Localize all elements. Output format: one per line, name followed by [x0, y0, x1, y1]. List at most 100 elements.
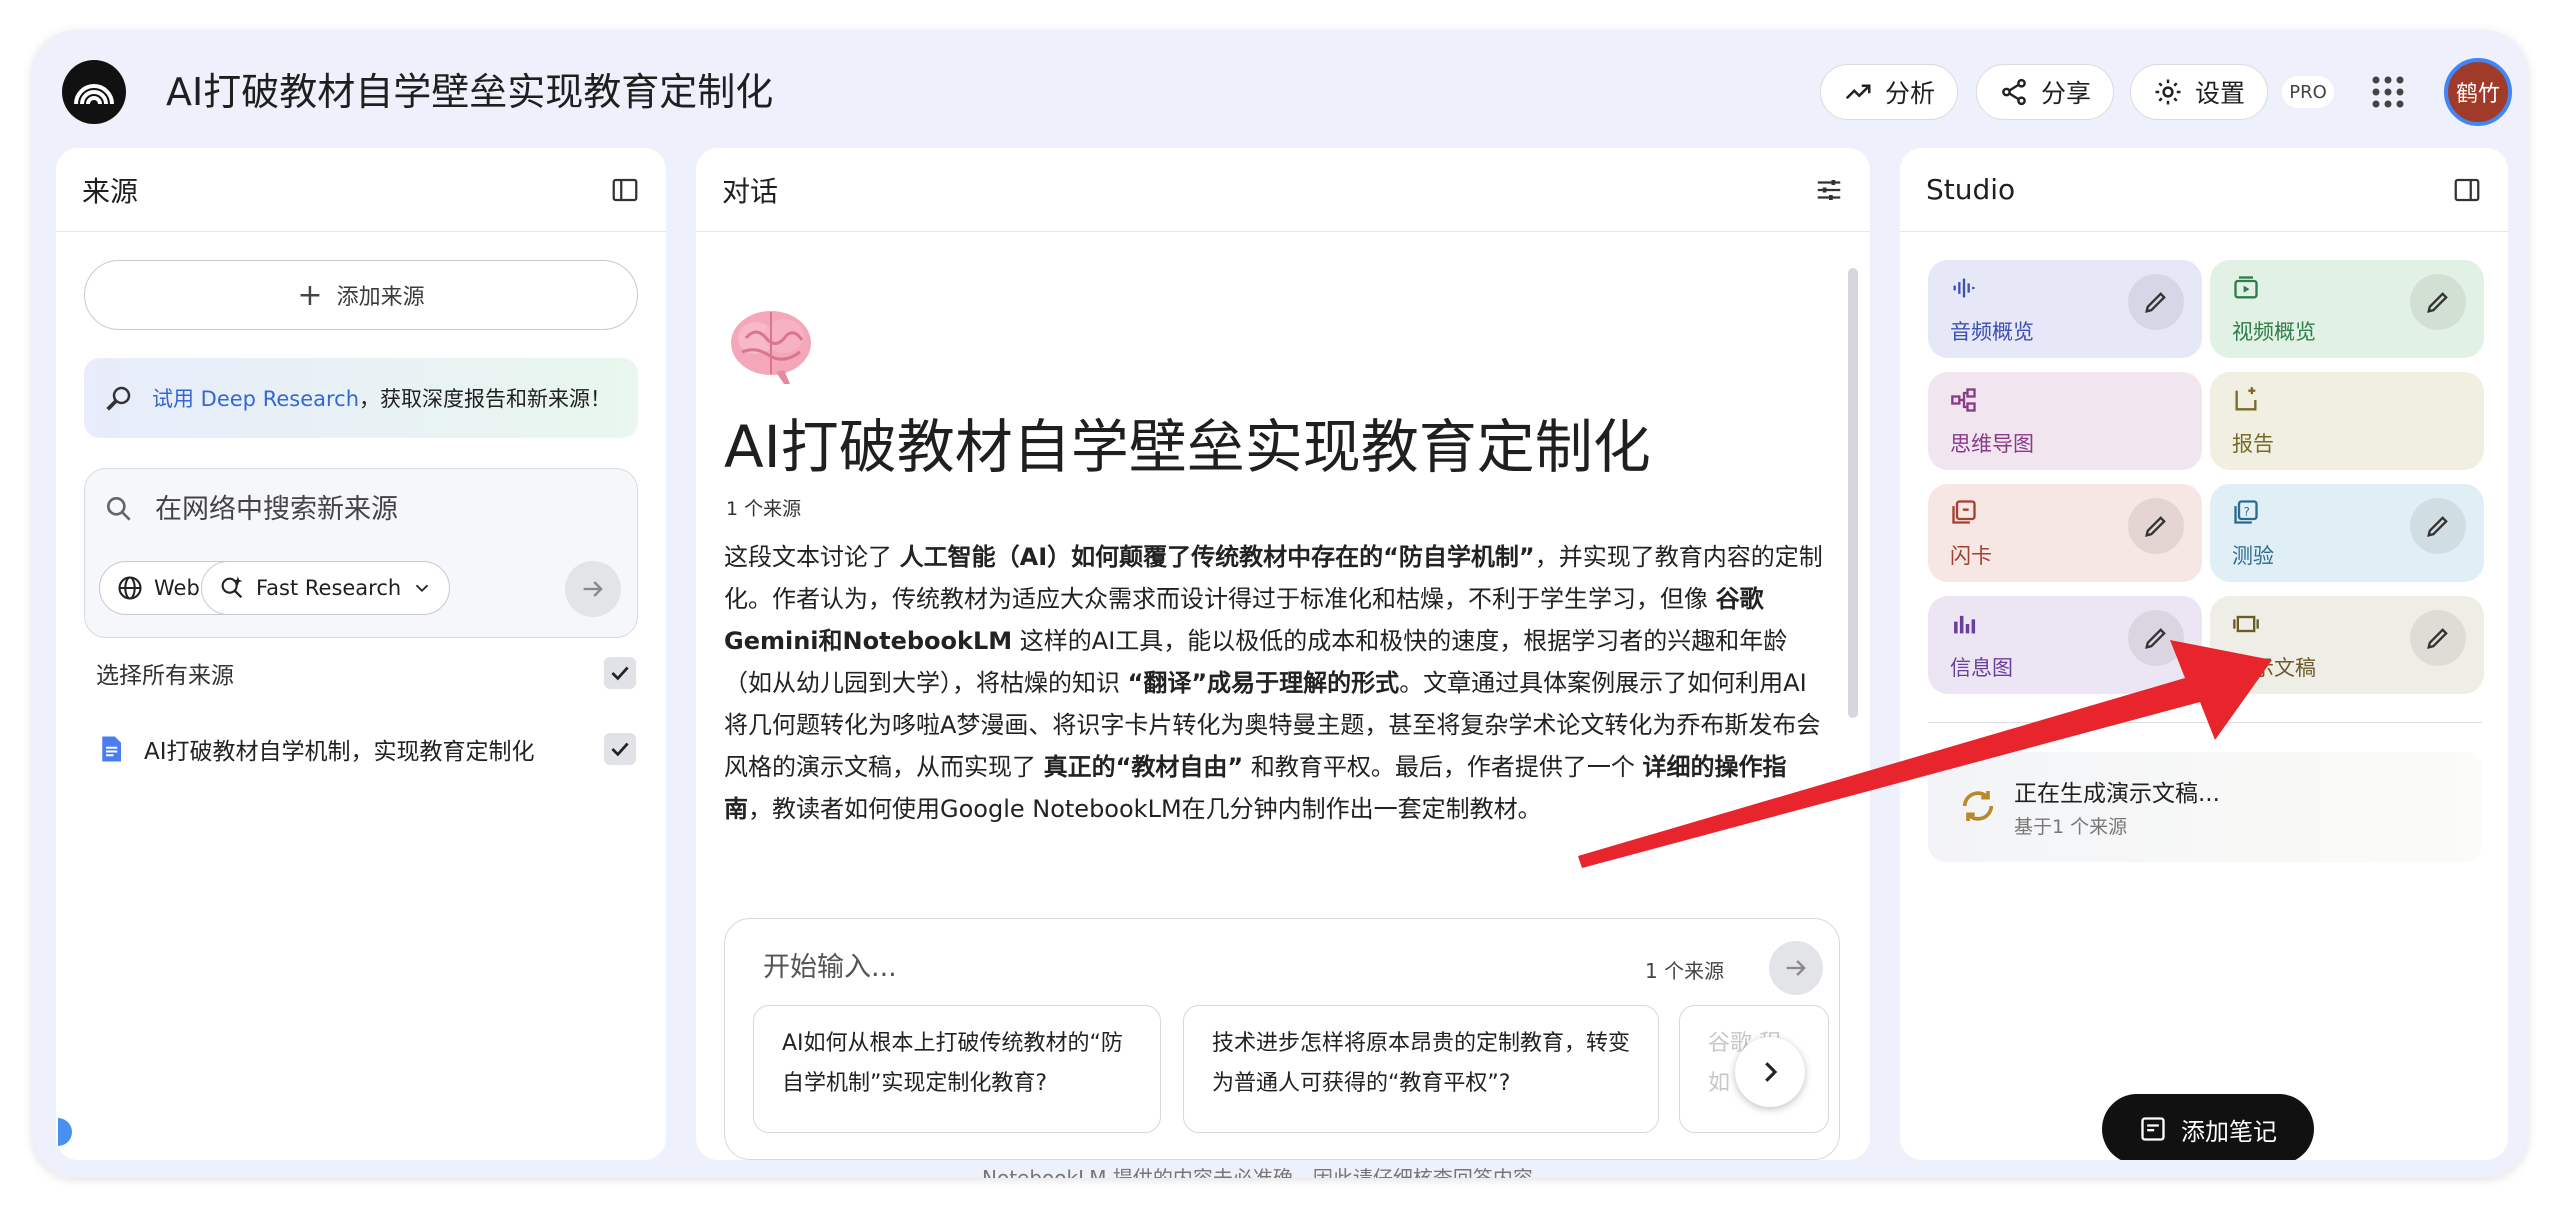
tile-label: 信息图: [1950, 656, 2013, 680]
pro-badge: PRO: [2282, 76, 2334, 108]
audio-icon: [1953, 278, 1975, 298]
avatar[interactable]: 鹤竹: [2444, 58, 2512, 126]
chat-panel: 对话 AI打破教材自学壁垒实现教育定制化 1 个来源 这段文本讨论了 人工智能（…: [696, 148, 1870, 1160]
divider: [1928, 722, 2482, 723]
add-note-button[interactable]: 添加笔记: [2102, 1094, 2314, 1160]
arrow-right-icon: [1786, 960, 1806, 976]
add-source-button[interactable]: + 添加来源: [84, 260, 638, 330]
suggested-question[interactable]: 技术进步怎样将原本昂贵的定制教育，转变为普通人可获得的“教育平权”?: [1183, 1005, 1659, 1133]
search-submit-button[interactable]: [565, 561, 621, 617]
chat-title: 对话: [722, 174, 779, 208]
pencil-icon: [2427, 628, 2448, 649]
chevron-right-icon: [1765, 1062, 1778, 1082]
mindmap-icon: [1951, 388, 1976, 412]
notebook-summary: 这段文本讨论了 人工智能（AI）如何颠覆了传统教材中存在的“防自学机制”，并实现…: [724, 543, 1823, 823]
apps-grid-icon[interactable]: [2370, 74, 2406, 110]
studio-tile-video-overview[interactable]: 视频概览: [2210, 260, 2484, 358]
notebook-heading: AI打破教材自学壁垒实现教育定制化: [724, 413, 1651, 481]
app-window: AI打破教材自学壁垒实现教育定制化 分析 分享 设置 PRO 鹤竹 来源 + 添…: [32, 30, 2528, 1178]
studio-tile-mind-map[interactable]: 思维导图: [1928, 372, 2202, 470]
tile-label: 测验: [2232, 544, 2274, 568]
report-icon: [2235, 387, 2257, 411]
generating-subtitle: 基于1 个来源: [2014, 816, 2128, 838]
select-all-checkbox[interactable]: [604, 657, 636, 689]
studio-tile-quiz[interactable]: ? 测验: [2210, 484, 2484, 582]
pencil-icon: [2427, 516, 2448, 537]
edit-button[interactable]: [2128, 498, 2184, 554]
studio-tile-report[interactable]: 报告: [2210, 372, 2484, 470]
generating-card[interactable]: 正在生成演示文稿... 基于1 个来源: [1928, 752, 2482, 862]
arrow-right-icon: [583, 581, 603, 597]
notebook-title[interactable]: AI打破教材自学壁垒实现教育定制化: [166, 62, 773, 122]
check-icon: [611, 742, 629, 757]
web-search-card: Web Fast Research: [84, 468, 638, 638]
document-icon: [102, 736, 121, 762]
chat-composer: 1 个来源 AI如何从根本上打破传统教材的“防自学机制”实现定制化教育? 技术进…: [724, 918, 1840, 1160]
tile-label: 演示文稿: [2232, 656, 2316, 680]
select-all-label: 选择所有来源: [96, 663, 234, 689]
pencil-icon: [2427, 292, 2448, 313]
infographic-icon: [1954, 615, 1976, 634]
edit-button[interactable]: [2128, 274, 2184, 330]
analyze-button[interactable]: 分析: [1820, 64, 1959, 120]
deep-research-link[interactable]: 试用 Deep Research: [152, 387, 359, 411]
research-chip-label: Fast Research: [256, 576, 402, 600]
share-icon: [2002, 78, 2026, 106]
sparkle-search-icon: [221, 576, 243, 599]
svg-text:?: ?: [2244, 505, 2250, 519]
research-mode-dropdown[interactable]: Fast Research: [201, 561, 451, 615]
suggested-question[interactable]: AI如何从根本上打破传统教材的“防自学机制”实现定制化教育?: [753, 1005, 1161, 1133]
generating-title: 正在生成演示文稿...: [2014, 781, 2220, 807]
check-icon: [611, 666, 629, 681]
slides-icon: [2233, 615, 2259, 633]
sources-title: 来源: [82, 174, 139, 208]
source-item-checkbox[interactable]: [604, 733, 636, 765]
trending-up-icon: [1845, 84, 1871, 100]
web-chip-label: Web: [154, 576, 200, 600]
globe-icon: [118, 576, 142, 600]
search-icon: [107, 497, 131, 521]
settings-button[interactable]: 设置: [2130, 64, 2269, 120]
disclaimer-text: NotebookLM 提供的内容未必准确，因此请仔细核查回答内容。: [982, 1166, 1553, 1178]
collapse-panel-icon[interactable]: [2452, 175, 2482, 205]
share-button[interactable]: 分享: [1976, 64, 2115, 120]
studio-tile-audio-overview[interactable]: 音频概览: [1928, 260, 2202, 358]
chat-scrollbar[interactable]: [1848, 268, 1858, 718]
add-note-label: 添加笔记: [2181, 1117, 2277, 1146]
chat-input[interactable]: [763, 943, 1563, 991]
add-source-label: 添加来源: [336, 285, 425, 310]
settings-label: 设置: [2195, 79, 2246, 108]
note-icon: [2141, 1117, 2165, 1141]
deep-research-banner[interactable]: 试用 Deep Research，获取深度报告和新来源！: [84, 358, 638, 438]
tile-label: 音频概览: [1950, 320, 2034, 344]
edit-button[interactable]: [2410, 274, 2466, 330]
composer-source-count: 1 个来源: [1645, 959, 1725, 983]
source-item-label: AI打破教材自学机制，实现教育定制化: [144, 739, 535, 765]
edit-button[interactable]: [2128, 610, 2184, 666]
tune-icon[interactable]: [1814, 175, 1844, 205]
next-suggestions-button[interactable]: [1735, 1037, 1805, 1107]
source-item[interactable]: AI打破教材自学机制，实现教育定制化: [96, 722, 636, 776]
analyze-label: 分析: [1885, 79, 1936, 108]
magnifier-icon: [106, 386, 131, 411]
studio-tile-infographic[interactable]: 信息图: [1928, 596, 2202, 694]
send-button[interactable]: [1769, 941, 1823, 995]
edit-button[interactable]: [2410, 610, 2466, 666]
chevron-down-icon: [416, 584, 429, 593]
tile-label: 视频概览: [2232, 320, 2316, 344]
brain-emoji-icon: [731, 311, 811, 384]
edit-button[interactable]: [2410, 498, 2466, 554]
tile-label: 闪卡: [1950, 544, 1992, 568]
studio-title: Studio: [1926, 173, 2016, 206]
pencil-icon: [2145, 628, 2166, 649]
studio-tile-slides[interactable]: 演示文稿: [2210, 596, 2484, 694]
notebooklm-logo-icon[interactable]: [62, 60, 126, 124]
studio-tile-flashcards[interactable]: 闪卡: [1928, 484, 2202, 582]
tile-label: 报告: [2232, 432, 2274, 456]
video-icon: [2234, 276, 2258, 299]
collapse-panel-icon[interactable]: [610, 175, 640, 205]
source-count: 1 个来源: [726, 498, 802, 520]
sync-icon: [1962, 791, 1994, 821]
web-search-input[interactable]: [155, 487, 605, 531]
select-all-row[interactable]: 选择所有来源: [96, 648, 636, 698]
